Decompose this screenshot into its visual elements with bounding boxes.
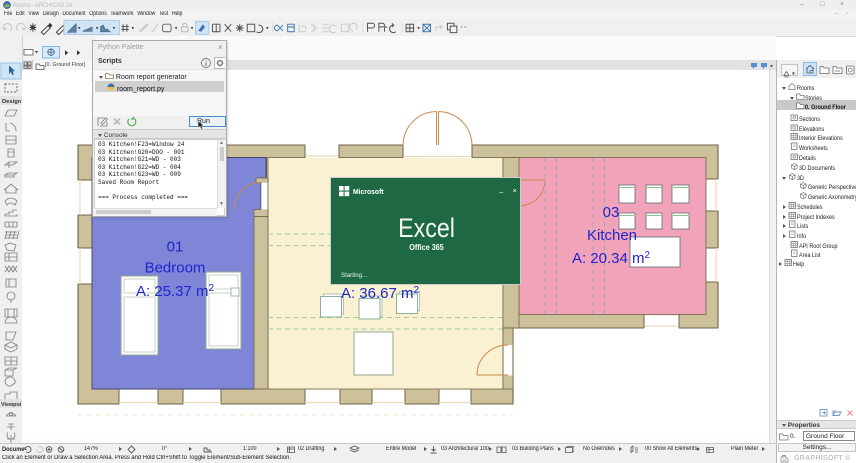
svg-text:Kitchen: Kitchen (587, 227, 637, 244)
svg-text:03: 03 (603, 204, 620, 221)
svg-text:Bedroom: Bedroom (145, 260, 206, 277)
svg-text:01: 01 (167, 239, 184, 256)
svg-text:A: 25.37 m2: A: 25.37 m2 (136, 283, 215, 300)
svg-text:A: 36.67 m2: A: 36.67 m2 (341, 285, 420, 302)
svg-text:A: 20.34 m2: A: 20.34 m2 (572, 250, 651, 267)
